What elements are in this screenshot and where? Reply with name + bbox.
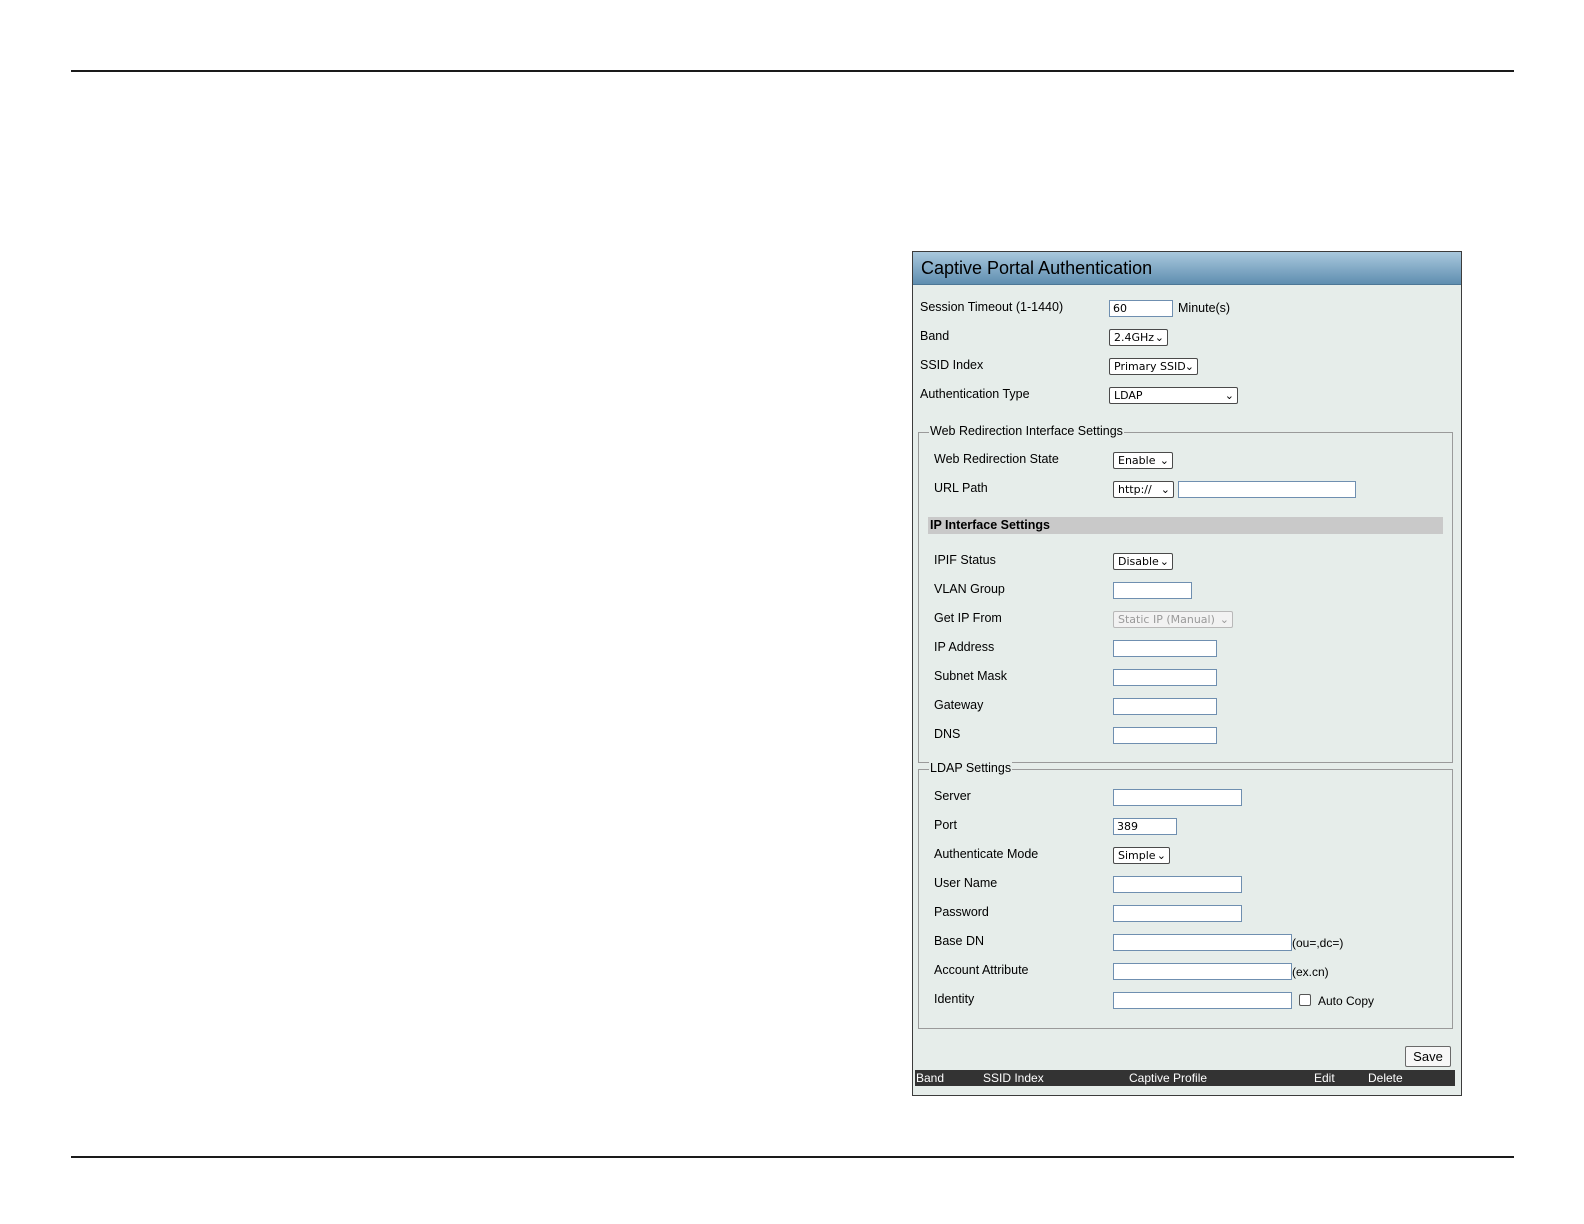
chevron-down-icon: ⌄ xyxy=(1160,483,1170,496)
url-protocol-select[interactable]: http:// ⌄ xyxy=(1113,481,1174,498)
column-header-captive-profile: Captive Profile xyxy=(1129,1071,1208,1085)
ssid-index-select[interactable]: Primary SSID ⌄ xyxy=(1109,358,1198,375)
column-header-delete: Delete xyxy=(1368,1071,1403,1085)
column-header-edit: Edit xyxy=(1314,1071,1335,1085)
get-ip-from-select[interactable]: Static IP (Manual) ⌄ xyxy=(1113,611,1233,628)
identity-label: Identity xyxy=(934,992,975,1006)
web-redirection-state-select[interactable]: Enable ⌄ xyxy=(1113,452,1173,469)
auto-copy-label: Auto Copy xyxy=(1318,994,1375,1008)
band-select[interactable]: 2.4GHz ⌄ xyxy=(1109,329,1168,346)
subnet-mask-input[interactable] xyxy=(1113,669,1217,686)
ldap-settings-fieldset: LDAP Settings xyxy=(918,761,1453,1029)
gateway-label: Gateway xyxy=(934,698,984,712)
user-name-input[interactable] xyxy=(1113,876,1242,893)
base-dn-input[interactable] xyxy=(1113,934,1292,951)
save-button[interactable]: Save xyxy=(1405,1046,1451,1067)
bottom-rule xyxy=(71,1156,1514,1158)
auto-copy-checkbox[interactable] xyxy=(1299,994,1311,1006)
ldap-server-label: Server xyxy=(934,789,971,803)
top-rule xyxy=(71,70,1514,72)
account-attribute-input[interactable] xyxy=(1113,963,1292,980)
profile-table-header: Band SSID Index Captive Profile Edit Del… xyxy=(915,1070,1455,1086)
url-path-label: URL Path xyxy=(934,481,988,495)
web-redirection-state-label: Web Redirection State xyxy=(934,452,1059,466)
panel-title: Captive Portal Authentication xyxy=(913,252,1461,285)
url-protocol-value: http:// xyxy=(1118,483,1152,496)
dns-label: DNS xyxy=(934,727,961,741)
ip-address-label: IP Address xyxy=(934,640,995,654)
user-name-label: User Name xyxy=(934,876,998,890)
chevron-down-icon: ⌄ xyxy=(1184,360,1194,373)
authenticate-mode-select[interactable]: Simple ⌄ xyxy=(1113,847,1170,864)
session-timeout-input[interactable]: 60 xyxy=(1109,300,1173,317)
column-header-ssid-index: SSID Index xyxy=(983,1071,1044,1085)
vlan-group-label: VLAN Group xyxy=(934,582,1005,596)
ipif-status-select[interactable]: Disable ⌄ xyxy=(1113,553,1173,570)
account-attribute-label: Account Attribute xyxy=(934,963,1029,977)
web-redirection-state-value: Enable xyxy=(1118,454,1156,467)
account-attribute-hint: (ex.cn) xyxy=(1292,965,1329,979)
authenticate-mode-label: Authenticate Mode xyxy=(934,847,1039,861)
password-label: Password xyxy=(934,905,989,919)
ldap-settings-legend: LDAP Settings xyxy=(929,761,1013,775)
ldap-port-label: Port xyxy=(934,818,957,832)
band-select-value: 2.4GHz xyxy=(1114,331,1155,344)
ip-address-input[interactable] xyxy=(1113,640,1217,657)
ipif-status-label: IPIF Status xyxy=(934,553,996,567)
vlan-group-input[interactable] xyxy=(1113,582,1192,599)
ssid-index-label: SSID Index xyxy=(920,358,984,372)
ipif-status-value: Disable xyxy=(1118,555,1159,568)
auth-type-select[interactable]: LDAP ⌄ xyxy=(1109,387,1238,404)
ssid-index-select-value: Primary SSID xyxy=(1114,360,1186,373)
web-redirection-legend: Web Redirection Interface Settings xyxy=(929,424,1124,438)
get-ip-from-value: Static IP (Manual) xyxy=(1118,613,1215,626)
chevron-down-icon: ⌄ xyxy=(1159,454,1169,467)
identity-input[interactable] xyxy=(1113,992,1292,1009)
session-timeout-label: Session Timeout (1-1440) xyxy=(920,300,1064,314)
base-dn-label: Base DN xyxy=(934,934,985,948)
gateway-input[interactable] xyxy=(1113,698,1217,715)
ldap-port-input[interactable]: 389 xyxy=(1113,818,1177,835)
url-path-input[interactable] xyxy=(1178,481,1356,498)
ip-interface-settings-header: IP Interface Settings xyxy=(928,517,1443,534)
auth-type-label: Authentication Type xyxy=(920,387,1030,401)
band-label: Band xyxy=(920,329,950,343)
ldap-server-input[interactable] xyxy=(1113,789,1242,806)
password-input[interactable] xyxy=(1113,905,1242,922)
auth-type-select-value: LDAP xyxy=(1114,389,1143,402)
chevron-down-icon: ⌄ xyxy=(1154,331,1164,344)
subnet-mask-label: Subnet Mask xyxy=(934,669,1007,683)
authenticate-mode-value: Simple xyxy=(1118,849,1156,862)
chevron-down-icon: ⌄ xyxy=(1159,555,1169,568)
get-ip-from-label: Get IP From xyxy=(934,611,1002,625)
dns-input[interactable] xyxy=(1113,727,1217,744)
chevron-down-icon: ⌄ xyxy=(1219,613,1229,626)
session-timeout-unit: Minute(s) xyxy=(1178,301,1231,315)
chevron-down-icon: ⌄ xyxy=(1224,389,1234,402)
chevron-down-icon: ⌄ xyxy=(1156,849,1166,862)
base-dn-hint: (ou=,dc=) xyxy=(1292,936,1344,950)
column-header-band: Band xyxy=(916,1071,945,1085)
